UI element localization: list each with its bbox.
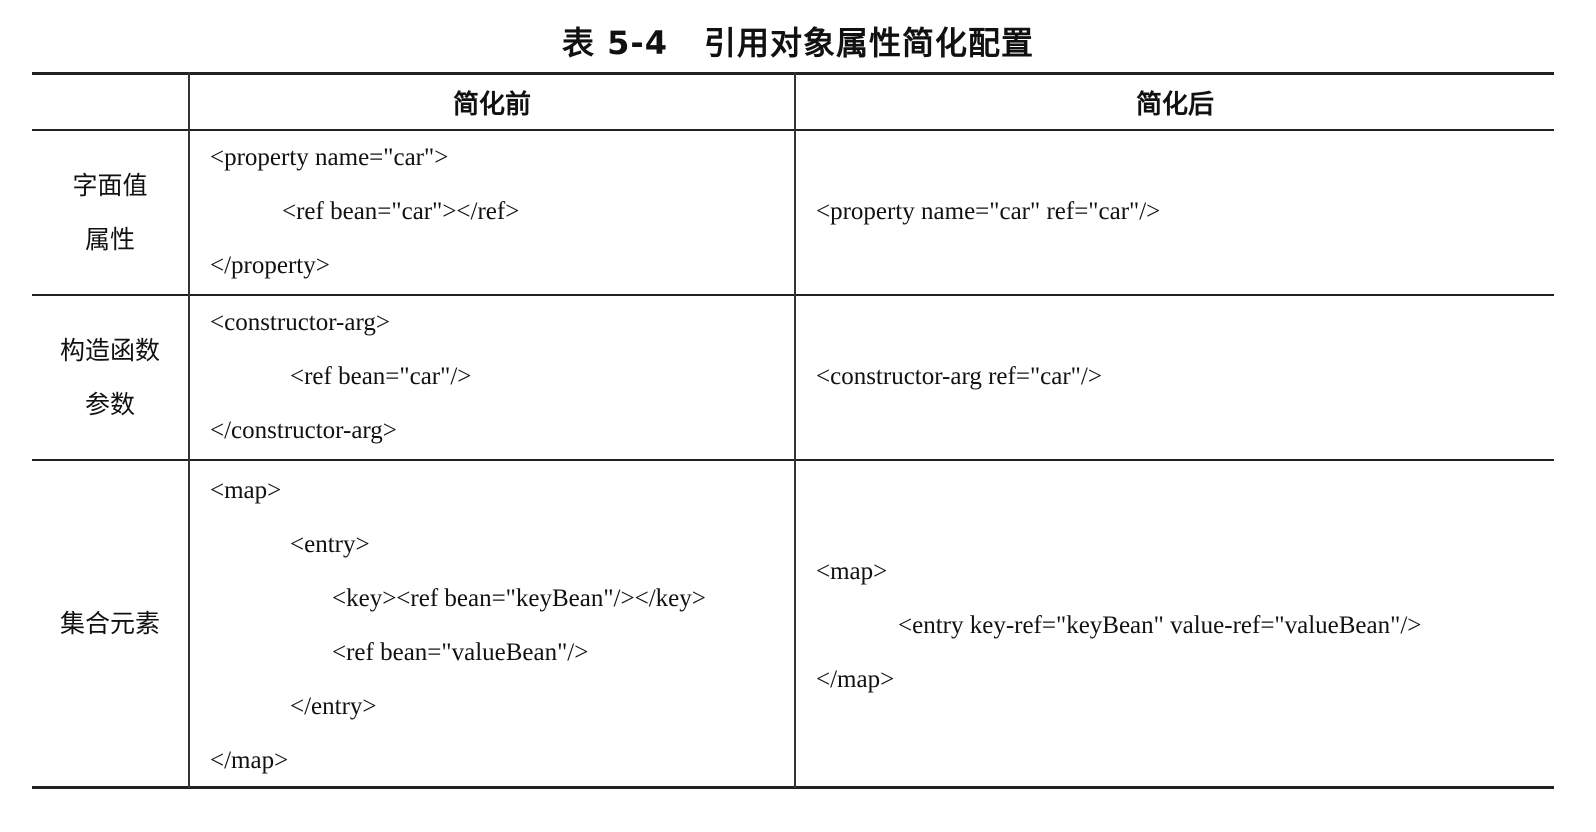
before-code-constructor: <constructor-arg> <ref bean="car"/> </co… bbox=[210, 296, 794, 459]
code-line: </property> bbox=[210, 252, 330, 279]
column-rule bbox=[188, 72, 190, 788]
row-label-line: 参数 bbox=[84, 389, 135, 419]
row-label-literal-property: 字面值 属性 bbox=[32, 131, 188, 294]
after-code-constructor: <constructor-arg ref="car"/> bbox=[816, 296, 1554, 459]
row-label-line: 集合元素 bbox=[59, 608, 160, 638]
header-after: 简化后 bbox=[1135, 89, 1214, 120]
code-line: </entry> bbox=[290, 693, 377, 720]
before-code-map: <map> <entry> <key><ref bean="keyBean"/>… bbox=[210, 464, 794, 786]
code-line: <ref bean="car"></ref> bbox=[282, 198, 520, 225]
after-code-map: <map> <entry key-ref="keyBean" value-ref… bbox=[816, 464, 1554, 786]
row-label-line: 字面值 bbox=[72, 170, 148, 200]
row-label-collection: 集合元素 bbox=[32, 461, 188, 786]
column-rule bbox=[794, 72, 796, 788]
code-line: <key><ref bean="keyBean"/></key> bbox=[332, 585, 706, 612]
before-code-property: <property name="car"> <ref bean="car"></… bbox=[210, 131, 794, 294]
row-label-constructor-arg: 构造函数 参数 bbox=[32, 296, 188, 459]
code-line: <constructor-arg ref="car"/> bbox=[816, 363, 1102, 390]
code-line: <property name="car"> bbox=[210, 144, 449, 171]
after-code-property: <property name="car" ref="car"/> bbox=[816, 131, 1554, 294]
code-line: </map> bbox=[816, 666, 895, 693]
header-before: 简化前 bbox=[452, 89, 531, 120]
table-number: 表 5-4 bbox=[562, 24, 668, 62]
row-label-line: 属性 bbox=[84, 224, 135, 254]
row-label-line: 构造函数 bbox=[59, 335, 160, 365]
code-line: <entry> bbox=[290, 531, 370, 558]
code-line: <entry key-ref="keyBean" value-ref="valu… bbox=[898, 612, 1422, 639]
header-corner bbox=[32, 75, 188, 129]
row-rule bbox=[32, 459, 1554, 461]
code-line: <constructor-arg> bbox=[210, 309, 390, 336]
code-line: <ref bean="valueBean"/> bbox=[332, 639, 589, 666]
code-line: <map> bbox=[816, 558, 888, 585]
code-line: <map> bbox=[210, 477, 282, 504]
code-line: </constructor-arg> bbox=[210, 417, 397, 444]
code-line: <ref bean="car"/> bbox=[290, 363, 472, 390]
table-title: 引用对象属性简化配置 bbox=[703, 24, 1034, 62]
code-line: <property name="car" ref="car"/> bbox=[816, 198, 1161, 225]
code-line: </map> bbox=[210, 747, 289, 774]
table-caption: 表 5-4 引用对象属性简化配置 bbox=[0, 18, 1596, 64]
